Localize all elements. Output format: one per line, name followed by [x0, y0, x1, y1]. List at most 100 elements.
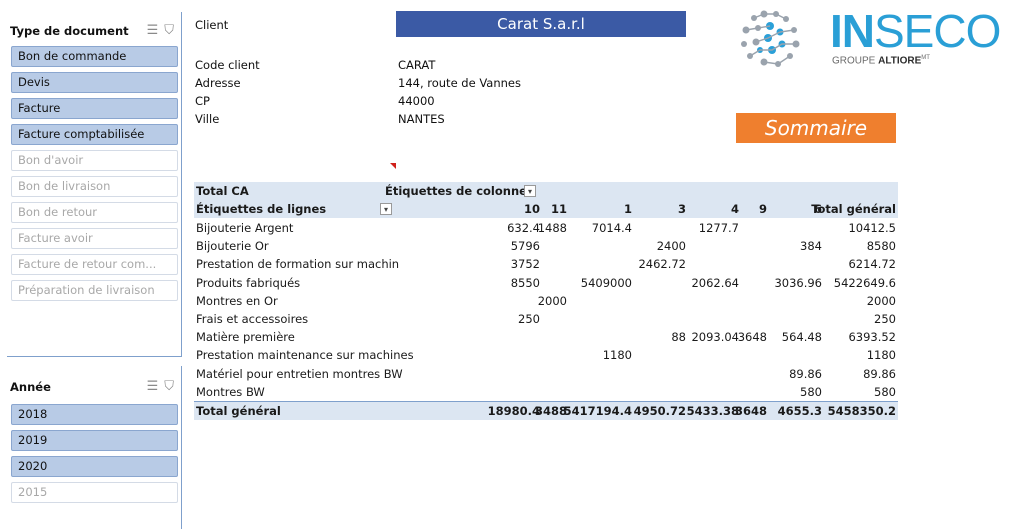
pivot-cell: 2462.72: [638, 257, 686, 272]
pivot-cell: 2062.64: [691, 275, 739, 290]
pivot-total-cell: 18980.4: [487, 404, 540, 418]
pivot-cell: 6393.52: [848, 330, 896, 345]
cell-comment-indicator[interactable]: [390, 163, 396, 169]
pivot-row-field-label: Étiquettes de lignes: [196, 202, 327, 216]
pivot-cell: 6214.72: [848, 257, 896, 272]
pivot-cell: 5409000: [580, 275, 632, 290]
pivot-row: Produits fabriqués 8550 5409000 2062.64 3036…: [194, 274, 898, 292]
client-label: Client: [195, 18, 229, 32]
pivot-total-cell: 4950.72: [633, 404, 686, 418]
slicer-border: [181, 12, 182, 357]
pivot-row-label: Montres en Or: [196, 293, 278, 308]
slicer-item[interactable]: Facture avoir: [11, 228, 178, 249]
pivot-cell: 2093.04: [691, 330, 739, 345]
logo-tagline-altiore: ALTIORE: [878, 55, 922, 67]
pivot-cell: 8580: [866, 239, 896, 254]
logo-mark-icon: [741, 10, 800, 67]
slicer-document-type-header: Type de document ☰ ⛉: [10, 20, 178, 42]
slicer-item[interactable]: Facture: [11, 98, 178, 119]
slicer-document-type-title: Type de document: [10, 24, 129, 38]
slicer-item[interactable]: Facture comptabilisée: [11, 124, 178, 145]
pivot-row: Montres en Or 2000 2000: [194, 292, 898, 310]
client-name-banner: Carat S.a.r.l: [396, 11, 686, 37]
pivot-cell: 1180: [602, 348, 632, 363]
slicer-year-title: Année: [10, 380, 51, 394]
pivot-row-label: Matière première: [196, 330, 295, 345]
pivot-row-label: Prestation maintenance sur machines: [196, 348, 414, 363]
slicer-item[interactable]: Bon d'avoir: [11, 150, 178, 171]
pivot-total-cell: 5458350.2: [827, 404, 896, 418]
slicer-item[interactable]: 2015: [11, 482, 178, 503]
pivot-column-header: 4: [730, 202, 739, 216]
pivot-row-label: Bijouterie Or: [196, 239, 269, 254]
pivot-row-label: Prestation de formation sur machin: [196, 257, 400, 272]
slicer-item[interactable]: Bon de livraison: [11, 176, 178, 197]
pivot-row-label: Montres BW: [196, 384, 265, 399]
pivot-cell: 88: [671, 330, 686, 345]
slicer-border: [181, 366, 182, 529]
pivot-cell: 3036.96: [774, 275, 822, 290]
slicer-item[interactable]: Devis: [11, 72, 178, 93]
pivot-cell: 1180: [866, 348, 896, 363]
clear-filter-icon[interactable]: ⛉: [164, 379, 174, 394]
slicer-year: Année ☰ ⛉ 2018 2019 2020 2015: [7, 376, 178, 526]
multi-select-icon[interactable]: ☰: [147, 23, 159, 38]
pivot-cell: 632.4: [507, 221, 540, 235]
pivot-total-cell: 5417194.4: [563, 404, 632, 418]
pivot-row: Frais et accessoires 250 250: [194, 310, 898, 328]
slicer-item[interactable]: 2019: [11, 430, 178, 451]
pivot-column-header: 3: [677, 202, 686, 216]
pivot-cell: 5422649.6: [833, 275, 896, 290]
cp-value: 44000: [398, 94, 435, 108]
slicer-item[interactable]: Préparation de livraison: [11, 280, 178, 301]
pivot-row-label: Matériel pour entretien montres BW: [196, 366, 403, 381]
slicer-border: [7, 356, 182, 357]
pivot-cell: 10412.5: [848, 221, 896, 235]
row-filter-dropdown-icon[interactable]: ▾: [380, 203, 392, 215]
sommaire-button[interactable]: Sommaire: [736, 113, 896, 143]
pivot-cell: 580: [800, 384, 822, 399]
pivot-cell: 3648: [737, 330, 767, 345]
ville-label: Ville: [195, 112, 220, 126]
multi-select-icon[interactable]: ☰: [147, 379, 159, 394]
slicer-item[interactable]: Bon de retour: [11, 202, 178, 223]
cp-label: CP: [195, 94, 210, 108]
pivot-cell: 89.86: [863, 366, 896, 381]
pivot-total-cell: 3488: [534, 404, 567, 418]
pivot-cell: 8550: [510, 275, 540, 290]
pivot-cell: 2000: [866, 293, 896, 308]
adresse-label: Adresse: [195, 76, 241, 90]
slicer-item[interactable]: Facture de retour com...: [11, 254, 178, 275]
column-filter-dropdown-icon[interactable]: ▾: [524, 185, 536, 197]
logo-tagline-sup: MT: [921, 55, 930, 61]
pivot-total-cell: 3648: [734, 404, 767, 418]
pivot-row: Prestation maintenance sur machines 1180 1…: [194, 346, 898, 364]
pivot-column-header: 11: [550, 202, 567, 216]
pivot-column-field-label: Étiquettes de colonne: [385, 184, 527, 198]
pivot-row: Matériel pour entretien montres BW 89.86 8…: [194, 365, 898, 383]
clear-filter-icon[interactable]: ⛉: [164, 23, 174, 38]
slicer-item[interactable]: Bon de commande: [11, 46, 178, 67]
pivot-cell: 89.86: [789, 366, 822, 381]
code-client-label: Code client: [195, 58, 260, 72]
pivot-total-cell: 4655.3: [777, 404, 822, 418]
pivot-column-header: 9: [758, 202, 767, 216]
pivot-row: Matière première 88 2093.04 3648 564.48 6393.…: [194, 328, 898, 346]
pivot-value-field: Total CA: [196, 184, 249, 198]
code-client-value: CARAT: [398, 58, 436, 72]
pivot-total-cell: 5433.38: [686, 404, 739, 418]
pivot-row-label: Produits fabriqués: [196, 275, 301, 290]
pivot-cell: 2400: [656, 239, 686, 254]
slicer-year-header: Année ☰ ⛉: [10, 376, 178, 398]
pivot-cell: 5796: [510, 239, 540, 254]
pivot-column-header: 1: [623, 202, 632, 216]
pivot-total-row: Total général 18980.4 3488 5417194.4 4950.72…: [194, 401, 898, 420]
pivot-column-header: 10: [523, 202, 540, 216]
slicer-item[interactable]: 2020: [11, 456, 178, 477]
pivot-cell: 2000: [537, 293, 567, 308]
pivot-row: Bijouterie Argent 632.4 1488 7014.4 1277.7 10…: [194, 219, 898, 237]
pivot-cell: 250: [518, 312, 540, 326]
pivot-header-row: Total CA Étiquettes de colonne ▾: [194, 182, 898, 200]
slicer-item[interactable]: 2018: [11, 404, 178, 425]
pivot-row: Montres BW 580 580: [194, 383, 898, 401]
